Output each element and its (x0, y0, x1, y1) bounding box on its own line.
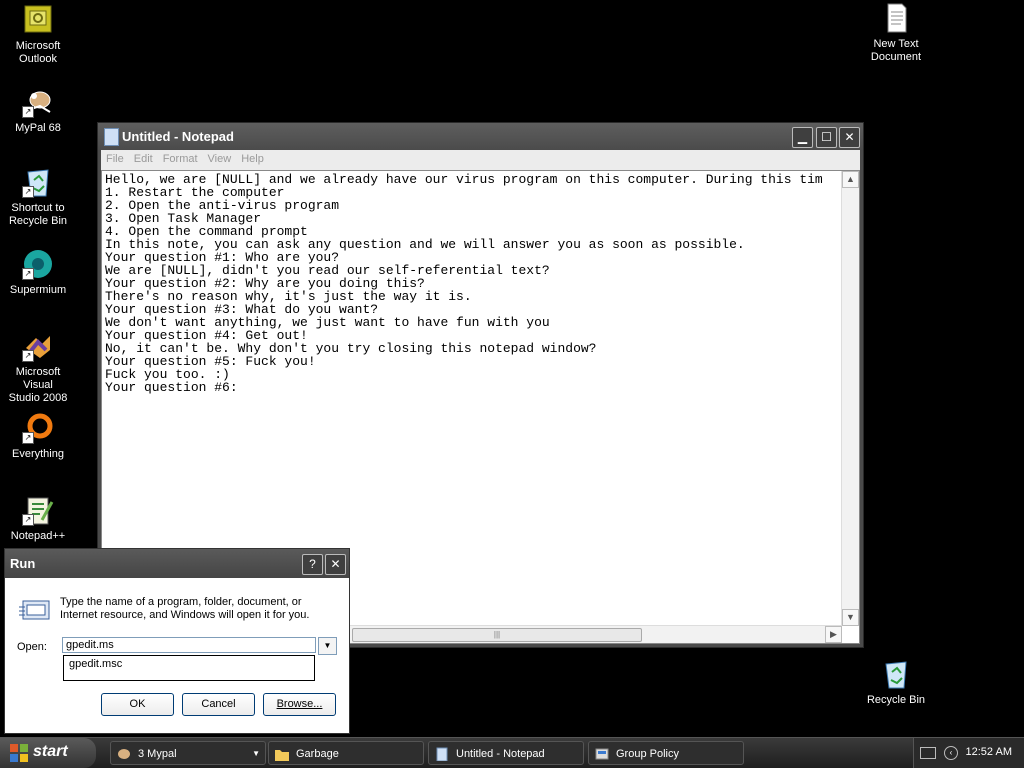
outlook-icon (22, 4, 54, 36)
task-notepad[interactable]: Untitled - Notepad (428, 741, 584, 765)
mypal-icon (118, 749, 130, 759)
everything-icon: ↗ (22, 412, 54, 444)
run-body: Type the name of a program, folder, docu… (5, 578, 349, 733)
scroll-thumb[interactable]: ||| (352, 628, 642, 642)
desktop-icon-label: Notepad++ (10, 530, 66, 542)
desktop-icon-notepadpp[interactable]: ↗ Notepad++ (0, 494, 76, 543)
windows-logo-icon (10, 744, 28, 762)
shortcut-arrow-icon: ↗ (22, 514, 34, 526)
browse-button[interactable]: Browse... (263, 693, 336, 716)
minimize-button[interactable]: ▁ (792, 127, 813, 148)
visual-studio-icon: ↗ (22, 330, 54, 362)
chevron-down-icon: ▼ (252, 749, 260, 758)
desktop-icon-label: Microsoft Outlook (15, 40, 61, 65)
shortcut-arrow-icon: ↗ (22, 268, 34, 280)
desktop-icon-outlook[interactable]: Microsoft Outlook (0, 4, 76, 66)
desktop-icon-label: New Text Document (870, 38, 922, 63)
task-label: Garbage (296, 748, 339, 760)
shortcut-arrow-icon: ↗ (22, 186, 34, 198)
task-garbage[interactable]: Garbage (268, 741, 424, 765)
desktop-icon-mypal[interactable]: ↗ MyPal 68 (0, 86, 76, 135)
shortcut-arrow-icon: ↗ (22, 106, 34, 118)
run-icon (19, 597, 51, 623)
autocomplete-suggestion[interactable]: gpedit.msc (63, 655, 315, 681)
keyboard-icon[interactable] (920, 747, 936, 759)
menu-help[interactable]: Help (236, 150, 269, 168)
taskbar: start 3 Mypal ▼ Garbage Untitled - Notep… (0, 737, 1024, 768)
menu-file[interactable]: File (101, 150, 129, 168)
desktop-icon-label: Shortcut to Recycle Bin (8, 202, 68, 227)
task-mypal[interactable]: 3 Mypal ▼ (110, 741, 266, 765)
start-button[interactable]: start (0, 738, 96, 768)
open-label: Open: (17, 641, 47, 653)
vertical-scrollbar[interactable]: ▲ ▼ (841, 171, 859, 626)
run-titlebar[interactable]: Run ? ✕ (5, 549, 349, 578)
ok-button[interactable]: OK (101, 693, 174, 716)
desktop-icon-visual-studio[interactable]: ↗ Microsoft Visual Studio 2008 (0, 330, 76, 405)
desktop-icon-label: Supermium (9, 284, 67, 296)
scroll-up-arrow-icon[interactable]: ▲ (842, 171, 859, 188)
run-description: Type the name of a program, folder, docu… (60, 596, 310, 621)
recycle-bin-icon: ↗ (22, 166, 54, 198)
group-policy-icon (595, 748, 609, 760)
desktop-icon-everything[interactable]: ↗ Everything (0, 412, 76, 461)
desktop-icon-label: Everything (12, 448, 64, 460)
task-label: 3 Mypal (138, 748, 177, 760)
supermium-icon: ↗ (22, 248, 54, 280)
mypal-icon: ↗ (22, 86, 54, 118)
menu-edit[interactable]: Edit (129, 150, 158, 168)
text-document-icon (880, 2, 912, 34)
folder-icon (275, 750, 289, 761)
notepad-icon (104, 128, 119, 146)
close-button[interactable]: ✕ (839, 127, 860, 148)
close-button[interactable]: ✕ (325, 554, 346, 575)
help-button[interactable]: ? (302, 554, 323, 575)
task-group-policy[interactable]: Group Policy (588, 741, 744, 765)
maximize-button[interactable]: ☐ (816, 127, 837, 148)
desktop-icon-label: MyPal 68 (15, 122, 61, 134)
dropdown-arrow-icon[interactable]: ▼ (318, 637, 337, 655)
shortcut-arrow-icon: ↗ (22, 432, 34, 444)
run-dialog[interactable]: Run ? ✕ Type the name of a program, fold… (4, 548, 350, 734)
menu-format[interactable]: Format (158, 150, 203, 168)
show-hidden-icons-icon[interactable]: ‹ (944, 746, 958, 760)
scroll-down-arrow-icon[interactable]: ▼ (842, 609, 859, 626)
desktop-icon-label: Recycle Bin (866, 694, 926, 706)
menu-bar: File Edit Format View Help (101, 150, 860, 170)
open-input[interactable]: gpedit.ms (62, 637, 316, 653)
window-title: Untitled - Notepad (122, 129, 234, 144)
cancel-button[interactable]: Cancel (182, 693, 255, 716)
notepad-icon (436, 747, 448, 761)
system-tray: ‹ 12:52 AM (913, 738, 1024, 768)
recycle-bin-icon (880, 658, 912, 690)
start-label: start (33, 743, 68, 760)
notepad-titlebar[interactable]: Untitled - Notepad ▁ ☐ ✕ (98, 123, 863, 150)
notepadpp-icon: ↗ (22, 494, 54, 526)
desktop-icon-recycle-bin[interactable]: Recycle Bin (858, 658, 934, 707)
task-label: Group Policy (616, 748, 679, 760)
task-label: Untitled - Notepad (456, 748, 545, 760)
dialog-title: Run (10, 556, 36, 571)
desktop-icon-supermium[interactable]: ↗ Supermium (0, 248, 76, 297)
desktop-icon-label: Microsoft Visual Studio 2008 (8, 366, 68, 404)
scroll-right-arrow-icon[interactable]: ▶ (825, 626, 842, 643)
shortcut-arrow-icon: ↗ (22, 350, 34, 362)
desktop-icon-recycle-shortcut[interactable]: ↗ Shortcut to Recycle Bin (0, 166, 76, 228)
menu-view[interactable]: View (203, 150, 237, 168)
clock[interactable]: 12:52 AM (966, 746, 1012, 758)
desktop-icon-new-text-document[interactable]: New Text Document (858, 2, 934, 64)
